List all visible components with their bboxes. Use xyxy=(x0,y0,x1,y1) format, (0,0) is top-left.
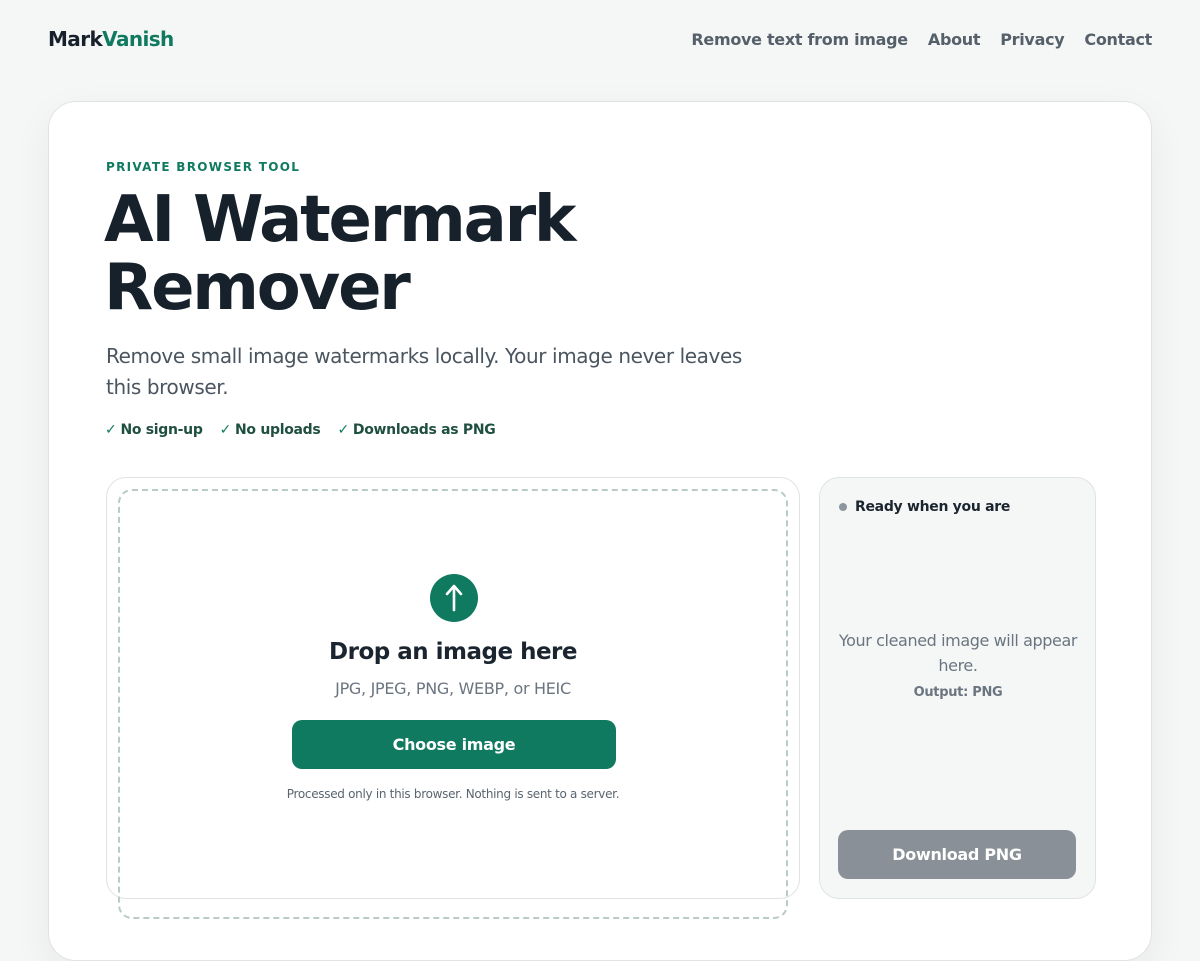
feature-checklist: ✓ No sign-up ✓ No uploads ✓ Downloads as PN… xyxy=(105,422,496,438)
supported-formats: JPG, JPEG, PNG, WEBP, or HEIC xyxy=(335,679,571,698)
feature-no-signup: ✓ No sign-up xyxy=(105,422,203,438)
page-title: AI Watermark Remover xyxy=(104,186,744,322)
image-drop-zone[interactable]: Drop an image here JPG, JPEG, PNG, WEBP,… xyxy=(118,489,788,919)
download-png-button[interactable]: Download PNG xyxy=(838,830,1076,879)
top-navigation-bar: MarkVanish Remove text from image About … xyxy=(0,0,1200,80)
page-title-line-1: AI Watermark xyxy=(104,183,576,257)
status-indicator: Ready when you are xyxy=(839,499,1010,515)
checkmark-icon: ✓ xyxy=(337,422,349,438)
site-logo[interactable]: MarkVanish xyxy=(48,27,174,51)
eyebrow-label: PRIVATE BROWSER TOOL xyxy=(106,160,301,174)
feature-downloads-png: ✓ Downloads as PNG xyxy=(337,422,495,438)
feature-label: No uploads xyxy=(235,422,321,438)
drop-zone-title: Drop an image here xyxy=(329,639,577,665)
logo-text-mark: Mark xyxy=(48,27,103,51)
page-subtitle: Remove small image watermarks locally. Y… xyxy=(106,344,742,399)
privacy-note: Processed only in this browser. Nothing … xyxy=(286,787,620,801)
nav-link-about[interactable]: About xyxy=(928,30,981,49)
logo-text-vanish: Vanish xyxy=(102,27,174,51)
status-dot-icon xyxy=(839,503,847,511)
tool-card: PRIVATE BROWSER TOOL AI Watermark Remove… xyxy=(48,101,1152,961)
checkmark-icon: ✓ xyxy=(219,422,232,438)
status-text: Ready when you are xyxy=(855,499,1011,515)
upload-panel: Drop an image here JPG, JPEG, PNG, WEBP,… xyxy=(106,477,800,919)
nav-link-remove-text[interactable]: Remove text from image xyxy=(691,30,908,49)
feature-label: Downloads as PNG xyxy=(352,422,496,438)
feature-label: No sign-up xyxy=(120,422,203,438)
feature-no-uploads: ✓ No uploads xyxy=(220,422,321,438)
result-placeholder-message: Your cleaned image will appear here. xyxy=(838,631,1078,675)
nav-link-contact[interactable]: Contact xyxy=(1084,30,1152,49)
output-format-label: Output: PNG xyxy=(913,685,1003,700)
result-panel: Ready when you are Your cleaned image wi… xyxy=(819,477,1096,899)
upload-arrow-icon xyxy=(430,574,478,622)
page-title-line-2: Remover xyxy=(104,251,411,325)
main-nav: Remove text from image About Privacy Con… xyxy=(691,30,1152,49)
nav-link-privacy[interactable]: Privacy xyxy=(1000,30,1064,49)
choose-image-button[interactable]: Choose image xyxy=(292,720,616,769)
checkmark-icon: ✓ xyxy=(105,422,117,438)
